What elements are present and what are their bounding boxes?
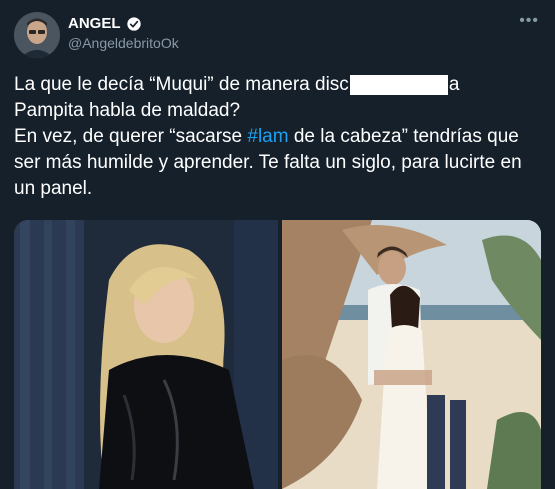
redaction-block — [349, 74, 448, 95]
verified-badge-icon — [126, 16, 141, 31]
avatar-man-glasses-icon — [14, 12, 60, 58]
tweet-text: La que le decía “Muqui” de manera disc a … — [14, 72, 544, 202]
tweet-card: ANGEL @AngeldebritoOk ••• La que le decí… — [0, 0, 555, 489]
tweet-text-line3-start: En vez, de querer “sacarse — [14, 126, 248, 147]
profile-avatar[interactable] — [14, 12, 60, 58]
tweet-text-line2: Pampita habla de maldad? — [14, 100, 241, 121]
tweet-media[interactable] — [14, 220, 541, 489]
blonde-woman-photo-icon — [14, 220, 278, 489]
couple-beach-photo-icon — [282, 220, 541, 489]
display-name[interactable]: ANGEL — [68, 15, 121, 32]
more-dots-icon[interactable]: ••• — [519, 12, 539, 30]
tweet-text-line1-start: La que le decía “Muqui” de manera disc — [14, 74, 349, 95]
tweet-text-line1-end: a — [448, 74, 460, 95]
hashtag-link[interactable]: #lam — [247, 126, 288, 147]
photo-right[interactable] — [282, 220, 541, 489]
photo-left[interactable] — [14, 220, 278, 489]
user-handle[interactable]: @AngeldebritoOk — [68, 35, 179, 51]
